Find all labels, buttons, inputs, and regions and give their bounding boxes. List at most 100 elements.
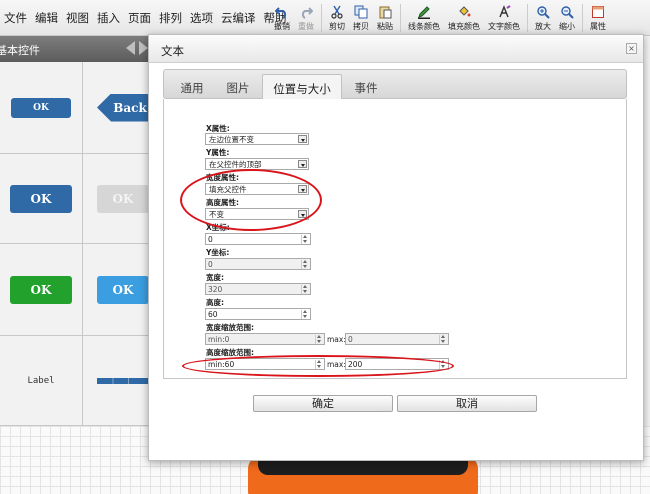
close-icon[interactable]: ×: [626, 43, 637, 54]
app-window: 文件 编辑 视图 插入 页面 排列 选项 云编译 帮助 撤销 重做 剪切 拷贝 …: [0, 0, 650, 494]
width-input[interactable]: 320: [205, 283, 311, 295]
width-max-value: 0: [348, 335, 353, 344]
spinner-icon[interactable]: [301, 235, 309, 244]
toolbar-divider: [582, 4, 583, 32]
undo-button[interactable]: 撤销: [270, 0, 294, 36]
menu-options[interactable]: 选项: [186, 10, 217, 26]
widget-panel-nav: [126, 41, 148, 55]
zoom-out-icon: [561, 5, 574, 19]
spinner-icon[interactable]: [301, 310, 309, 319]
y-coord-value: 0: [208, 260, 213, 269]
width-min-label: min:: [208, 335, 225, 344]
paste-label: 粘贴: [377, 21, 393, 31]
text-color-label: 文字颜色: [488, 21, 520, 31]
ok-button-light-blue-widget[interactable]: OK: [97, 275, 149, 304]
fill-color-button[interactable]: 填充颜色: [444, 0, 484, 36]
x-coord-input[interactable]: 0: [205, 233, 311, 245]
tool-buttons: 撤销 重做 剪切 拷贝 粘贴 线条颜色 填充颜色 文字颜色 放大 缩小 属性: [270, 0, 610, 36]
redo-button[interactable]: 重做: [294, 0, 318, 36]
dialog-tabs: 通用 图片 位置与大小 事件: [163, 69, 627, 100]
text-properties-dialog: 文本 × 通用 图片 位置与大小 事件 X属性: 左边位置不变 Y属性: 在父控…: [148, 34, 644, 461]
label-widget[interactable]: Label: [27, 376, 54, 386]
width-min-input[interactable]: min:0: [205, 333, 325, 345]
menu-file[interactable]: 文件: [0, 10, 31, 26]
ok-button-widget[interactable]: OK: [11, 97, 71, 118]
widget-cell[interactable]: OK: [83, 244, 150, 336]
line-color-button[interactable]: 线条颜色: [404, 0, 444, 36]
zoom-in-icon: [537, 5, 550, 19]
spinner-icon[interactable]: [301, 260, 309, 269]
zoom-in-label: 放大: [535, 21, 551, 31]
toolbar-divider: [527, 4, 528, 32]
redo-label: 重做: [298, 21, 314, 31]
zoom-out-label: 缩小: [559, 21, 575, 31]
scissors-icon: [331, 5, 343, 19]
line-color-label: 线条颜色: [408, 21, 440, 31]
x-attr-select[interactable]: 左边位置不变: [205, 133, 309, 145]
fill-color-label: 填充颜色: [448, 21, 480, 31]
widget-panel-title-text: 基本控件: [0, 44, 40, 57]
tab-general[interactable]: 通用: [170, 74, 214, 100]
text-color-button[interactable]: 文字颜色: [484, 0, 524, 36]
prev-page-icon[interactable]: [126, 41, 135, 55]
undo-label: 撤销: [274, 21, 290, 31]
copy-label: 拷贝: [353, 21, 369, 31]
spinner-icon[interactable]: [301, 285, 309, 294]
cut-button[interactable]: 剪切: [325, 0, 349, 36]
cancel-button[interactable]: 取消: [397, 395, 537, 412]
widget-cell[interactable]: Label: [0, 336, 83, 426]
height-value: 60: [208, 310, 218, 319]
tab-image[interactable]: 图片: [216, 74, 260, 100]
position-size-panel: X属性: 左边位置不变 Y属性: 在父控件的顶部 宽度属性: 填充父控件 高度属…: [163, 99, 627, 379]
tab-events[interactable]: 事件: [344, 74, 388, 100]
annotation-ellipse-height-range: [182, 355, 454, 377]
paint-bucket-icon: [459, 5, 471, 16]
paste-icon: [379, 6, 392, 18]
ok-button-blue-widget[interactable]: OK: [10, 184, 72, 213]
properties-button[interactable]: 属性: [586, 0, 610, 36]
menu-view[interactable]: 视图: [62, 10, 93, 26]
height-input[interactable]: 60: [205, 308, 311, 320]
menu-arrange[interactable]: 排列: [155, 10, 186, 26]
undo-icon: [275, 6, 287, 19]
y-coord-input[interactable]: 0: [205, 258, 311, 270]
menu-insert[interactable]: 插入: [93, 10, 124, 26]
widget-cell[interactable]: OK: [0, 154, 83, 244]
copy-icon: [354, 5, 368, 18]
spinner-icon[interactable]: [315, 335, 323, 344]
toolbar-divider: [400, 4, 401, 32]
ok-button-disabled-widget[interactable]: OK: [97, 184, 149, 213]
spinner-icon[interactable]: [439, 335, 447, 344]
menu-edit[interactable]: 编辑: [31, 10, 62, 26]
widget-grid: OK Back OK OK OK OK Label: [0, 62, 150, 426]
menu-page[interactable]: 页面: [124, 10, 155, 26]
width-value: 320: [208, 285, 223, 294]
back-button-widget[interactable]: Back: [97, 93, 149, 122]
width-max-input[interactable]: 0: [345, 333, 449, 345]
menu-bar: 文件 编辑 视图 插入 页面 排列 选项 云编译 帮助: [0, 0, 291, 36]
widget-panel-title: 基本控件: [0, 36, 150, 62]
menu-cloud-compile[interactable]: 云编译: [217, 10, 260, 26]
cut-label: 剪切: [329, 21, 345, 31]
next-page-icon[interactable]: [139, 41, 148, 55]
widget-cell[interactable]: OK: [0, 62, 83, 154]
confirm-button[interactable]: 确定: [253, 395, 393, 412]
chevron-down-icon[interactable]: [298, 135, 307, 143]
zoom-in-button[interactable]: 放大: [531, 0, 555, 36]
zoom-out-button[interactable]: 缩小: [555, 0, 579, 36]
y-attr-value: 在父控件的顶部: [209, 160, 262, 169]
widget-cell[interactable]: OK: [0, 244, 83, 336]
widget-cell[interactable]: Back: [83, 62, 150, 154]
chevron-down-icon[interactable]: [298, 160, 307, 168]
paste-button[interactable]: 粘贴: [373, 0, 397, 36]
top-toolbar: 文件 编辑 视图 插入 页面 排列 选项 云编译 帮助 撤销 重做 剪切 拷贝 …: [0, 0, 650, 36]
dialog-header: 文本 ×: [149, 35, 643, 63]
y-coord-label: Y坐标:: [206, 248, 230, 257]
x-coord-value: 0: [208, 235, 213, 244]
widget-cell[interactable]: OK: [83, 154, 150, 244]
widget-cell[interactable]: [83, 336, 150, 426]
copy-button[interactable]: 拷贝: [349, 0, 373, 36]
segmented-bar-widget[interactable]: [97, 377, 149, 384]
tab-position-size[interactable]: 位置与大小: [262, 74, 342, 100]
ok-button-green-widget[interactable]: OK: [10, 275, 72, 304]
